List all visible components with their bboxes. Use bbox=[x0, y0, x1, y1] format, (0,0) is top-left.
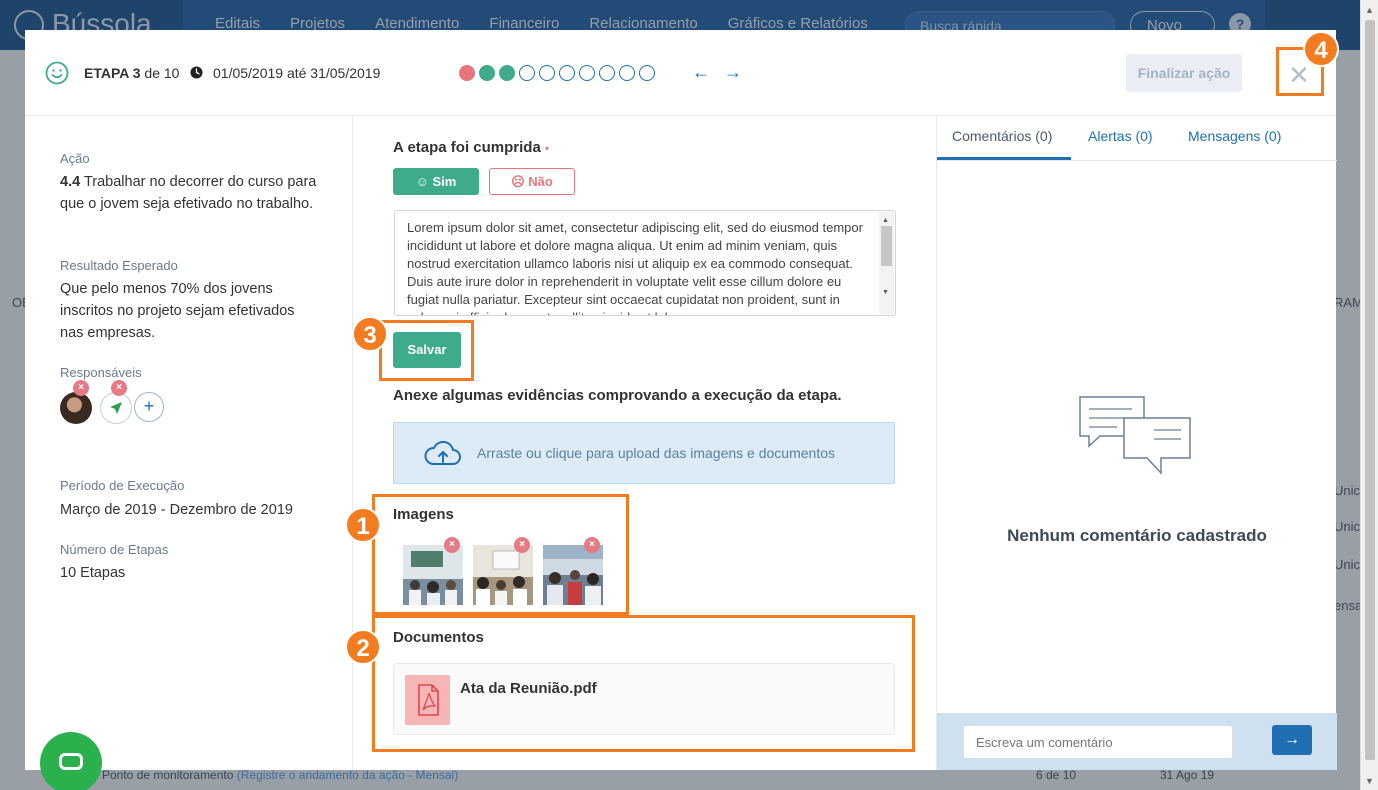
remove-responsavel-icon[interactable]: × bbox=[73, 380, 89, 396]
etapa-total: de 10 bbox=[144, 65, 180, 81]
comment-input[interactable] bbox=[963, 725, 1233, 759]
scroll-down-icon[interactable]: ▼ bbox=[882, 284, 889, 302]
resultado-value: Que pelo menos 70% dos jovens inscritos … bbox=[60, 281, 295, 341]
tab-alertas[interactable]: Alertas (0) bbox=[1088, 128, 1153, 144]
finalize-action-button[interactable]: Finalizar ação bbox=[1126, 54, 1242, 92]
add-responsavel-button[interactable]: + bbox=[134, 392, 164, 422]
empty-comments-message: Nenhum comentário cadastrado bbox=[1007, 526, 1267, 545]
highlight-save bbox=[379, 320, 474, 381]
next-etapa-arrow-icon[interactable]: → bbox=[724, 62, 742, 83]
etapas-value: 10 Etapas bbox=[60, 565, 126, 581]
callout-badge-2: 2 bbox=[345, 629, 381, 665]
yes-button[interactable]: ☺ Sim bbox=[393, 168, 479, 195]
upload-text: Arraste ou clique para upload das imagen… bbox=[477, 445, 835, 461]
upload-dropzone[interactable]: Arraste ou clique para upload das imagen… bbox=[393, 422, 895, 484]
progress-dot-3[interactable] bbox=[499, 65, 515, 81]
tab-bar: Comentários (0) Alertas (0) Mensagens (0… bbox=[937, 116, 1337, 161]
progress-dot-10[interactable] bbox=[639, 65, 655, 81]
progress-dot-1[interactable] bbox=[459, 65, 475, 81]
cloud-upload-icon bbox=[424, 440, 461, 465]
etapas-label: Número de Etapas bbox=[60, 542, 169, 557]
remove-responsavel-icon[interactable]: × bbox=[111, 380, 127, 396]
progress-dot-7[interactable] bbox=[579, 65, 595, 81]
highlight-images bbox=[372, 494, 629, 615]
no-button[interactable]: ☹ Não bbox=[489, 168, 575, 195]
smile-icon bbox=[45, 61, 69, 85]
comments-panel: Comentários (0) Alertas (0) Mensagens (0… bbox=[936, 116, 1337, 770]
callout-badge-3: 3 bbox=[352, 316, 388, 352]
compass-icon bbox=[110, 402, 122, 414]
comment-textarea[interactable]: Lorem ipsum dolor sit amet, consectetur … bbox=[394, 210, 896, 316]
progress-dot-4[interactable] bbox=[519, 65, 535, 81]
highlight-documents bbox=[372, 615, 915, 752]
bg-footer-date: 31 Ago 19 bbox=[1160, 768, 1215, 782]
scroll-up-icon[interactable]: ▲ bbox=[1365, 5, 1374, 15]
bg-footer-title: Ponto de monitoramento bbox=[102, 768, 234, 782]
chat-icon bbox=[59, 753, 83, 770]
active-tab-indicator bbox=[937, 157, 1071, 160]
question-text: A etapa foi cumprida bbox=[393, 139, 541, 156]
evidence-prompt: Anexe algumas evidências comprovando a e… bbox=[393, 387, 842, 404]
required-mark: • bbox=[544, 143, 549, 155]
tab-mensagens[interactable]: Mensagens (0) bbox=[1188, 128, 1281, 144]
resultado-label: Resultado Esperado bbox=[60, 258, 178, 273]
acao-label: Ação bbox=[60, 151, 90, 166]
avatar[interactable] bbox=[100, 392, 132, 424]
prev-etapa-arrow-icon[interactable]: ← bbox=[692, 62, 710, 83]
progress-dot-8[interactable] bbox=[599, 65, 615, 81]
etapa-label: ETAPA 3 bbox=[84, 65, 141, 81]
comment-text: Lorem ipsum dolor sit amet, consectetur … bbox=[407, 220, 863, 315]
progress-dot-2[interactable] bbox=[479, 65, 495, 81]
send-comment-button[interactable]: → bbox=[1272, 725, 1312, 755]
bg-footer-link[interactable]: (Registre o andamento da ação - Mensal) bbox=[237, 768, 458, 782]
acao-text: Trabalhar no decorrer do curso para que … bbox=[60, 174, 317, 212]
scroll-thumb[interactable] bbox=[881, 226, 892, 266]
acao-value: 4.4 Trabalhar no decorrer do curso para … bbox=[60, 171, 320, 215]
action-details-panel: Ação 4.4 Trabalhar no decorrer do curso … bbox=[25, 116, 353, 770]
page-scrollbar[interactable]: ▲ ▼ bbox=[1360, 0, 1378, 790]
responsaveis-label: Responsáveis bbox=[60, 365, 142, 380]
progress-dot-5[interactable] bbox=[539, 65, 555, 81]
avatar[interactable] bbox=[60, 392, 92, 424]
scroll-thumb[interactable] bbox=[1365, 20, 1375, 760]
progress-dots bbox=[459, 65, 655, 81]
tab-comentarios[interactable]: Comentários (0) bbox=[952, 128, 1052, 144]
periodo-label: Período de Execução bbox=[60, 478, 185, 493]
acao-number: 4.4 bbox=[60, 174, 81, 190]
etapa-indicator: ETAPA 3 de 10 bbox=[84, 65, 179, 81]
chat-bubbles-icon bbox=[1079, 396, 1191, 475]
clock-icon bbox=[190, 66, 203, 79]
callout-badge-4: 4 bbox=[1303, 31, 1339, 67]
scroll-down-icon[interactable]: ▼ bbox=[1365, 776, 1374, 786]
question-title: A etapa foi cumprida • bbox=[393, 139, 549, 156]
bg-footer-count: 6 de 10 bbox=[1036, 768, 1077, 782]
etapa-period: 01/05/2019 até 31/05/2019 bbox=[213, 65, 381, 81]
modal-header: ETAPA 3 de 10 01/05/2019 até 31/05/2019 … bbox=[25, 30, 1336, 116]
textarea-scrollbar[interactable]: ▲ ▼ bbox=[879, 212, 894, 314]
bg-footer-row: Ponto de monitoramento (Registre o andam… bbox=[102, 768, 458, 782]
comment-composer: → bbox=[937, 713, 1337, 770]
callout-badge-1: 1 bbox=[345, 507, 381, 543]
chat-widget-button[interactable] bbox=[40, 732, 102, 790]
periodo-value: Março de 2019 - Dezembro de 2019 bbox=[60, 502, 293, 518]
progress-dot-6[interactable] bbox=[559, 65, 575, 81]
progress-dot-9[interactable] bbox=[619, 65, 635, 81]
